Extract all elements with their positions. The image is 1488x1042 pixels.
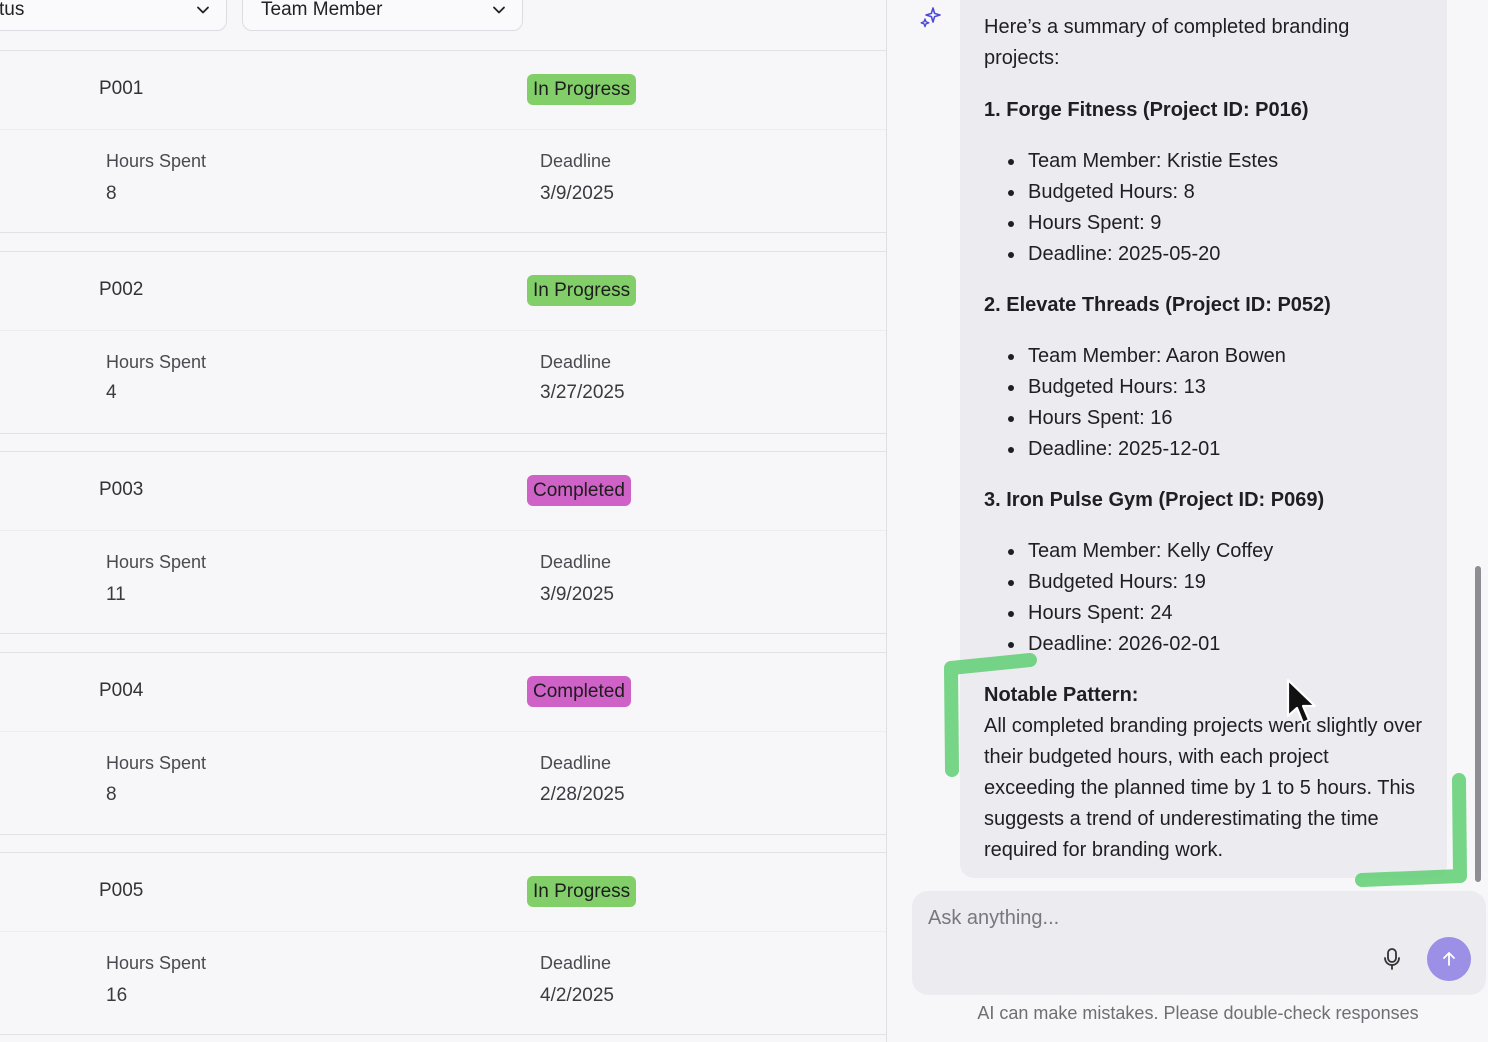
list-item: Hours Spent: 24 [1006,598,1423,629]
list-item: Hours Spent: 9 [1006,208,1423,239]
list-item: Budgeted Hours: 13 [1006,372,1423,403]
list-item: 2. Elevate Threads (Project ID: P052) Te… [984,290,1423,465]
list-item: Deadline: 2025-05-20 [1006,239,1423,270]
hours-spent-label: Hours Spent [106,753,207,773]
deadline-label: Deadline [540,552,612,572]
send-button[interactable] [1427,937,1471,981]
chevron-down-icon [196,3,210,17]
project-card-header: P004 Completed [0,653,886,732]
project-card[interactable]: P005 In Progress Hours Spent 16 Deadline… [0,852,886,1035]
deadline-value: 4/2/2025 [540,985,614,1006]
notable-pattern-text: All completed branding projects went sli… [984,715,1422,861]
sparkle-icon [919,6,943,30]
hours-spent-label: Hours Spent [106,953,207,973]
hours-spent-label: Hours Spent [106,151,207,171]
list-item: 3. Iron Pulse Gym (Project ID: P069) Tea… [984,485,1423,660]
status-badge: In Progress [527,275,637,306]
project-summary-title: 3. Iron Pulse Gym (Project ID: P069) [984,489,1325,511]
notable-pattern-title: Notable Pattern: [984,684,1139,706]
list-item: Deadline: 2025-12-01 [1006,434,1423,465]
status-badge: In Progress [527,876,637,907]
deadline-value: 3/9/2025 [540,584,614,605]
project-card-header: P003 Completed [0,452,886,531]
mouse-cursor-icon [1286,678,1317,725]
deadline-value: 3/27/2025 [540,382,625,403]
hours-spent-value: 11 [106,584,126,605]
ai-message-bubble: Here’s a summary of completed branding p… [960,0,1447,878]
status-filter-dropdown[interactable]: tus [0,0,227,31]
project-card-header: P002 In Progress [0,252,886,331]
project-summary-title: 1. Forge Fitness (Project ID: P016) [984,99,1309,121]
deadline-value: 3/9/2025 [540,183,614,204]
project-id: P004 [99,680,144,701]
project-card[interactable]: P003 Completed Hours Spent 11 Deadline 3… [0,451,886,634]
project-card[interactable]: P004 Completed Hours Spent 8 Deadline 2/… [0,652,886,835]
chevron-down-icon [492,3,506,17]
project-card-header: P001 In Progress [0,51,886,130]
chat-composer [912,891,1486,995]
chat-scrollbar[interactable] [1475,566,1481,882]
message-intro: Here’s a summary of completed branding p… [984,16,1350,69]
deadline-label: Deadline [540,352,612,372]
arrow-up-icon [1443,952,1455,966]
deadline-value: 2/28/2025 [540,784,625,805]
hours-spent-label: Hours Spent [106,352,207,372]
status-badge: Completed [527,676,631,707]
list-item: Team Member: Kristie Estes [1006,146,1423,177]
list-item: 1. Forge Fitness (Project ID: P016) Team… [984,95,1423,270]
project-card[interactable]: P002 In Progress Hours Spent 4 Deadline … [0,251,886,434]
status-badge: Completed [527,475,631,506]
project-id: P005 [99,880,144,901]
list-item: Budgeted Hours: 8 [1006,177,1423,208]
hours-spent-value: 4 [106,382,117,403]
ai-chat-panel: Here’s a summary of completed branding p… [887,0,1488,1042]
project-id: P003 [99,479,144,500]
deadline-label: Deadline [540,953,612,973]
team-member-filter-label: Team Member [261,0,383,20]
hours-spent-value: 16 [106,985,128,1006]
project-summary-title: 2. Elevate Threads (Project ID: P052) [984,294,1331,316]
deadline-label: Deadline [540,753,612,773]
status-badge: In Progress [527,74,637,105]
microphone-icon[interactable] [1381,947,1403,971]
projects-pane: tus Team Member P001 In Progress Hours S… [0,0,886,1042]
deadline-label: Deadline [540,151,612,171]
project-card-header: P005 In Progress [0,853,886,932]
list-item: Team Member: Aaron Bowen [1006,341,1423,372]
list-item: Deadline: 2026-02-01 [1006,629,1423,660]
list-item: Team Member: Kelly Coffey [1006,536,1423,567]
list-item: Hours Spent: 16 [1006,403,1423,434]
hours-spent-value: 8 [106,183,117,204]
project-id: P002 [99,279,144,300]
hours-spent-label: Hours Spent [106,552,207,572]
team-member-filter-dropdown[interactable]: Team Member [242,0,523,31]
list-item: Budgeted Hours: 19 [1006,567,1423,598]
project-id: P001 [99,78,144,99]
ai-disclaimer: AI can make mistakes. Please double-chec… [977,1003,1419,1023]
chat-input[interactable] [928,903,1368,933]
hours-spent-value: 8 [106,784,117,805]
status-filter-label: tus [0,0,25,20]
project-card[interactable]: P001 In Progress Hours Spent 8 Deadline … [0,50,886,233]
